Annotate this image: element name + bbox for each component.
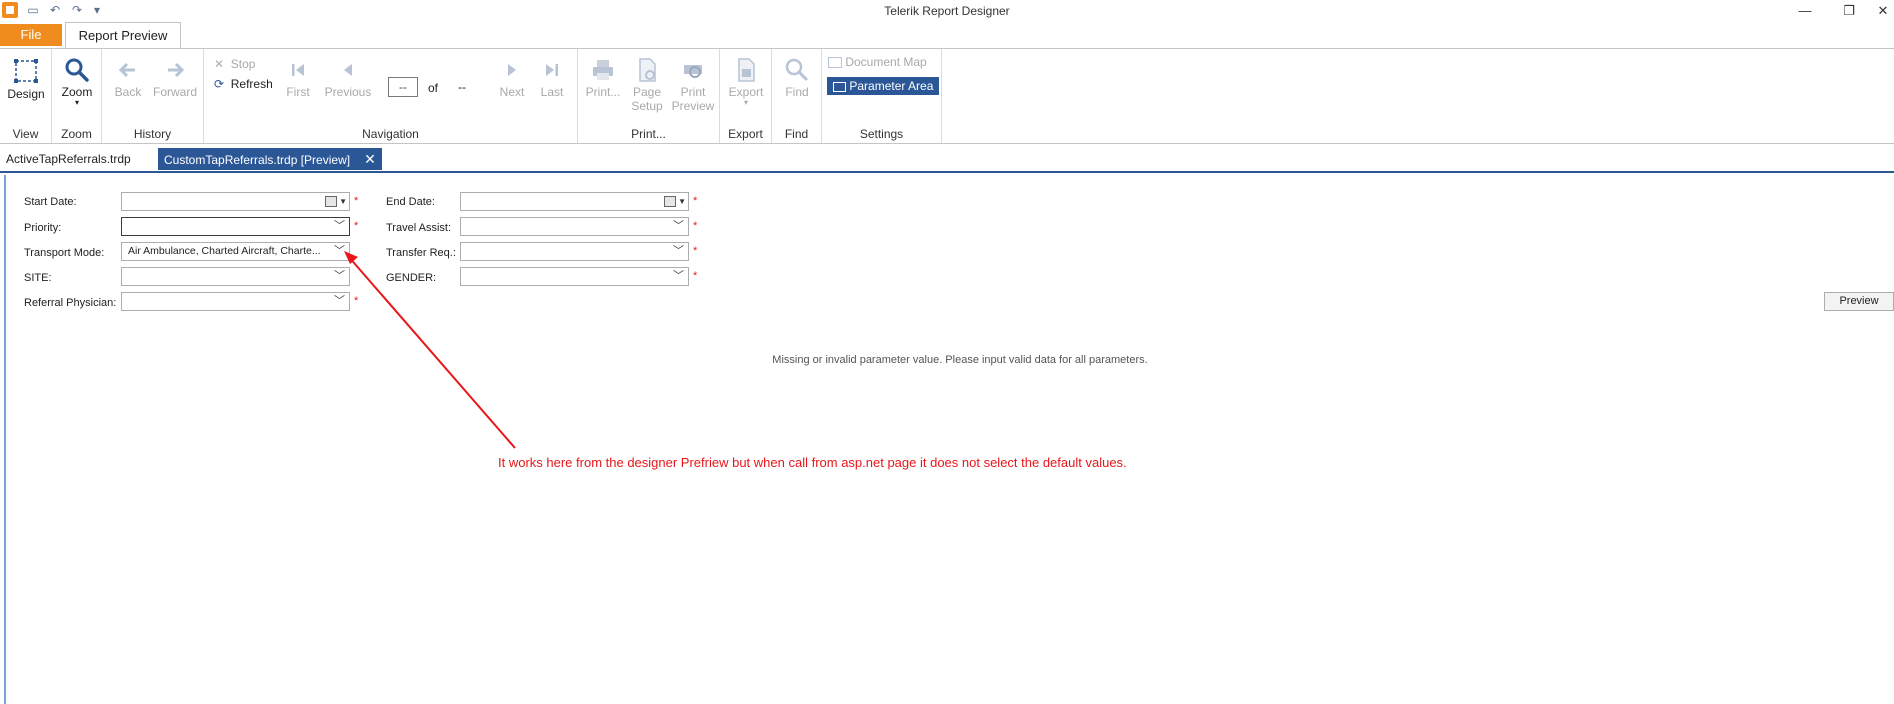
annotation-text: It works here from the designer Prefriew… xyxy=(498,455,1127,470)
annotation-arrow xyxy=(344,251,516,449)
